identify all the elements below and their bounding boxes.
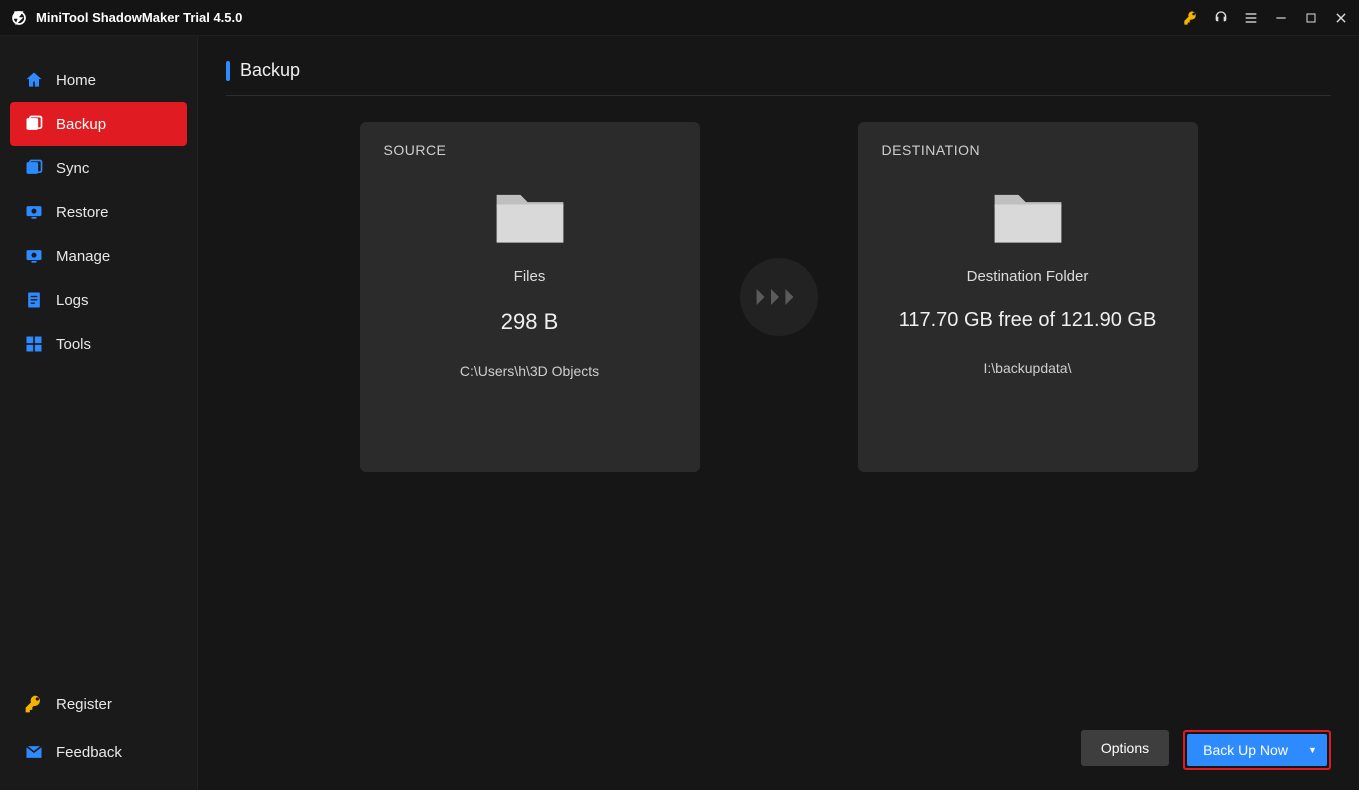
license-key-icon[interactable] xyxy=(1183,10,1199,26)
destination-card[interactable]: DESTINATION Destination Folder 117.70 GB… xyxy=(858,122,1198,472)
folder-icon xyxy=(988,182,1068,246)
sidebar-item-restore[interactable]: Restore xyxy=(10,190,187,234)
maximize-button[interactable] xyxy=(1303,10,1319,26)
folder-icon xyxy=(490,182,570,246)
mail-icon xyxy=(24,742,44,762)
options-button[interactable]: Options xyxy=(1081,730,1169,766)
source-type: Files xyxy=(514,268,546,285)
back-up-now-label: Back Up Now xyxy=(1203,742,1288,758)
sidebar-item-label: Restore xyxy=(56,204,109,221)
restore-icon xyxy=(24,202,44,222)
sidebar-item-home[interactable]: Home xyxy=(10,58,187,102)
sidebar-item-feedback[interactable]: Feedback xyxy=(10,728,187,776)
title-left-group: MiniTool ShadowMaker Trial 4.5.0 xyxy=(10,9,242,27)
app-window: MiniTool ShadowMaker Trial 4.5.0 xyxy=(0,0,1359,790)
sidebar-item-label: Sync xyxy=(56,160,89,177)
sync-icon xyxy=(24,158,44,178)
app-logo-icon xyxy=(10,9,28,27)
sidebar-item-sync[interactable]: Sync xyxy=(10,146,187,190)
sidebar-item-label: Logs xyxy=(56,292,89,309)
destination-path: I:\backupdata\ xyxy=(984,360,1072,376)
home-icon xyxy=(24,70,44,90)
destination-capacity: 117.70 GB free of 121.90 GB xyxy=(899,309,1157,332)
caret-down-icon: ▼ xyxy=(1308,745,1317,755)
sidebar-item-label: Feedback xyxy=(56,744,122,761)
sidebar-item-register[interactable]: Register xyxy=(10,680,187,728)
source-label: SOURCE xyxy=(384,142,447,158)
title-bar: MiniTool ShadowMaker Trial 4.5.0 xyxy=(0,0,1359,36)
sidebar-item-backup[interactable]: Backup xyxy=(10,102,187,146)
sidebar-item-logs[interactable]: Logs xyxy=(10,278,187,322)
arrow-separator-icon xyxy=(740,258,818,336)
minimize-button[interactable] xyxy=(1273,10,1289,26)
sidebar-item-label: Home xyxy=(56,72,96,89)
source-path: C:\Users\h\3D Objects xyxy=(460,363,599,379)
source-card[interactable]: SOURCE Files 298 B C:\Users\h\3D Objects xyxy=(360,122,700,472)
sidebar-item-tools[interactable]: Tools xyxy=(10,322,187,366)
tools-icon xyxy=(24,334,44,354)
app-body: Home Backup Sync xyxy=(0,36,1359,790)
back-up-now-button[interactable]: Back Up Now ▼ xyxy=(1187,734,1327,766)
sidebar: Home Backup Sync xyxy=(0,36,198,790)
support-icon[interactable] xyxy=(1213,10,1229,26)
backup-cards-row: SOURCE Files 298 B C:\Users\h\3D Objects xyxy=(226,122,1331,472)
sidebar-item-label: Tools xyxy=(56,336,91,353)
app-title: MiniTool ShadowMaker Trial 4.5.0 xyxy=(36,10,242,25)
main-content: Backup SOURCE Files 298 B C:\Users\h\3D … xyxy=(198,36,1359,790)
sidebar-bottom: Register Feedback xyxy=(10,680,187,776)
key-icon xyxy=(24,694,44,714)
sidebar-item-label: Manage xyxy=(56,248,110,265)
close-button[interactable] xyxy=(1333,10,1349,26)
sidebar-item-label: Backup xyxy=(56,116,106,133)
sidebar-nav: Home Backup Sync xyxy=(10,58,187,366)
manage-icon xyxy=(24,246,44,266)
sidebar-item-label: Register xyxy=(56,696,112,713)
footer-actions: Options Back Up Now ▼ xyxy=(226,712,1331,770)
destination-label: DESTINATION xyxy=(882,142,981,158)
destination-type: Destination Folder xyxy=(967,268,1089,285)
title-right-group xyxy=(1183,10,1349,26)
page-title: Backup xyxy=(240,60,300,81)
menu-icon[interactable] xyxy=(1243,10,1259,26)
source-size: 298 B xyxy=(501,309,559,335)
logs-icon xyxy=(24,290,44,310)
page-accent-bar xyxy=(226,61,230,81)
backup-now-button-highlight: Back Up Now ▼ xyxy=(1183,730,1331,770)
sidebar-item-manage[interactable]: Manage xyxy=(10,234,187,278)
page-header: Backup xyxy=(226,60,1331,96)
backup-icon xyxy=(24,114,44,134)
